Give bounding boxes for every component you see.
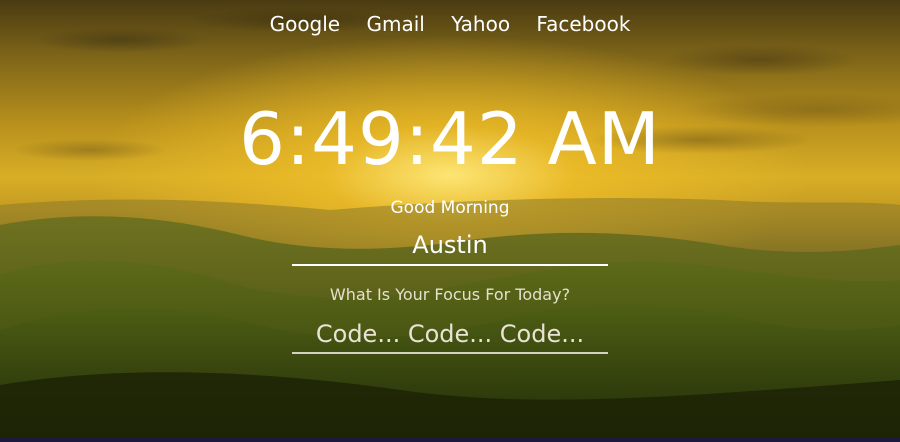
background-hills	[0, 198, 900, 442]
name-input[interactable]	[292, 226, 608, 266]
focus-input[interactable]	[292, 316, 608, 354]
nav-link-gmail[interactable]: Gmail	[366, 12, 424, 36]
nav-link-facebook[interactable]: Facebook	[536, 12, 630, 36]
page: Google Gmail Yahoo Facebook 6:49:42 AM G…	[0, 0, 900, 442]
nav-link-google[interactable]: Google	[270, 12, 341, 36]
focus-question: What Is Your Focus For Today?	[329, 285, 571, 304]
clock-time: 6:49:42 AM	[239, 97, 661, 181]
bottom-edge	[0, 438, 900, 442]
greeting-text: Good Morning	[390, 198, 510, 218]
nav-link-yahoo[interactable]: Yahoo	[451, 12, 510, 36]
top-nav: Google Gmail Yahoo Facebook	[0, 12, 900, 36]
